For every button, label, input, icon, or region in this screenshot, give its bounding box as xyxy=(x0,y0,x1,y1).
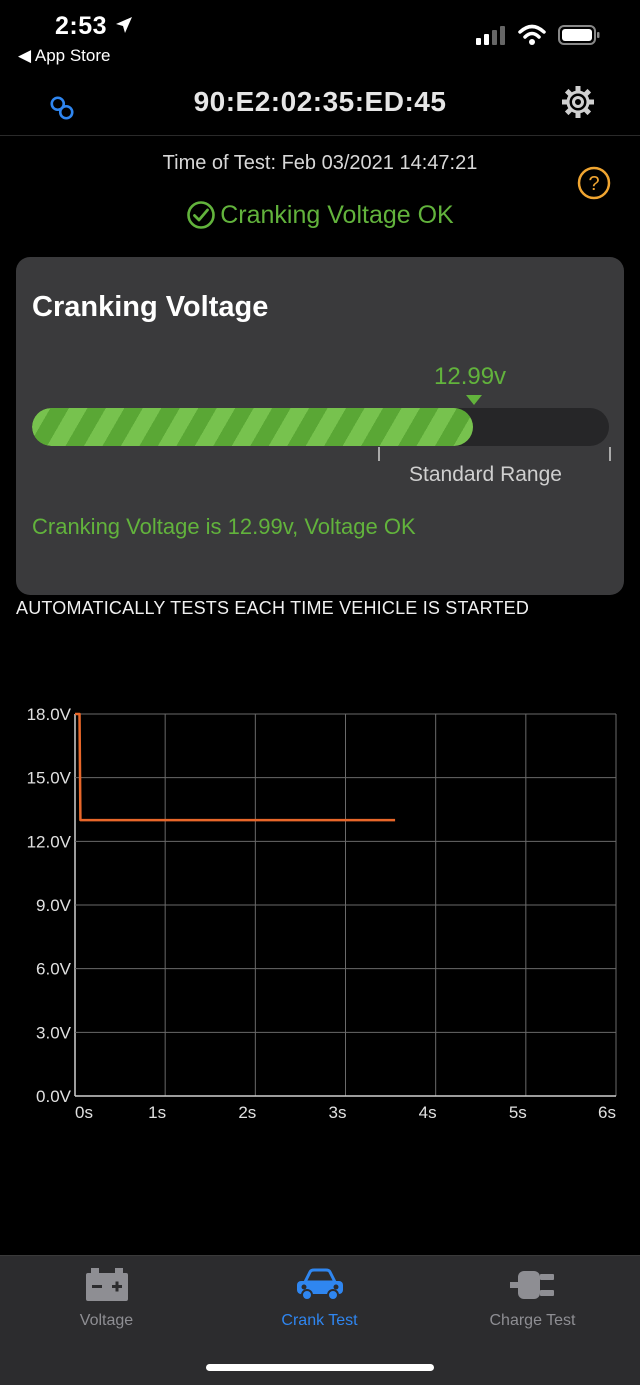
time-of-test-value: Feb 03/2021 14:47:21 xyxy=(281,152,478,174)
gear-icon[interactable] xyxy=(560,84,596,120)
y-tick-label: 6.0V xyxy=(36,960,72,979)
x-tick-label: 4s xyxy=(419,1103,437,1122)
range-end-tick xyxy=(609,447,611,461)
status-bar: 2:53 ◀ App Store xyxy=(0,0,640,80)
back-label: App Store xyxy=(34,46,111,65)
home-indicator xyxy=(206,1364,434,1371)
tab-charge-test-label: Charge Test xyxy=(489,1312,576,1329)
wifi-icon xyxy=(518,24,546,45)
tab-crank-test[interactable]: Crank Test xyxy=(213,1256,426,1346)
help-icon[interactable]: ? xyxy=(577,166,611,200)
auto-test-note: AUTOMATICALLY TESTS EACH TIME VEHICLE IS… xyxy=(16,598,530,618)
x-tick-label: 2s xyxy=(238,1103,256,1122)
voltage-bar xyxy=(32,408,609,446)
battery-status-icon xyxy=(558,25,600,45)
battery-icon xyxy=(85,1268,128,1301)
y-tick-label: 3.0V xyxy=(36,1023,72,1042)
svg-text:?: ? xyxy=(588,173,599,195)
time-of-test: Time of Test: Feb 03/2021 14:47:21 xyxy=(0,152,640,175)
tab-voltage[interactable]: Voltage xyxy=(0,1256,213,1346)
standard-range-label: Standard Range xyxy=(409,463,562,486)
x-tick-label: 1s xyxy=(148,1103,166,1122)
range-start-tick xyxy=(378,447,380,461)
card-title: Cranking Voltage xyxy=(32,291,269,323)
tab-crank-test-label: Crank Test xyxy=(281,1312,358,1329)
time-of-test-label: Time of Test: xyxy=(162,152,277,174)
test-result-text: Cranking Voltage OK xyxy=(220,200,454,229)
back-triangle-icon: ◀ xyxy=(18,46,32,65)
x-tick-label: 6s xyxy=(598,1103,616,1122)
voltage-series-line xyxy=(75,712,396,822)
reading-marker-icon xyxy=(466,395,482,405)
y-tick-label: 12.0V xyxy=(27,832,72,851)
y-tick-label: 15.0V xyxy=(27,769,72,788)
cellular-signal-icon xyxy=(476,26,505,45)
device-id-title: 90:E2:02:35:ED:45 xyxy=(193,86,447,117)
cranking-voltage-chart: 0s 1s 2s 3s 4s 5s 6s 0.0V 3.0V 6.0V 9.0V 12.0V 15.0V… xyxy=(27,705,617,1122)
cranking-voltage-card: Cranking Voltage 12.99v Standard Range C… xyxy=(16,257,624,595)
y-tick-label: 0.0V xyxy=(36,1087,72,1106)
voltage-summary: Cranking Voltage is 12.99v, Voltage OK xyxy=(32,514,416,539)
back-to-app-store[interactable]: ◀ App Store xyxy=(18,46,110,66)
x-tick-label: 0s xyxy=(75,1103,93,1122)
y-tick-label: 9.0V xyxy=(36,896,72,915)
x-tick-label: 3s xyxy=(329,1103,347,1122)
voltage-reading: 12.99v xyxy=(434,363,507,390)
y-tick-label: 18.0V xyxy=(27,705,72,724)
tab-charge-test[interactable]: Charge Test xyxy=(426,1256,639,1346)
plug-icon xyxy=(509,1271,554,1299)
tab-voltage-label: Voltage xyxy=(79,1312,134,1329)
car-icon xyxy=(296,1268,343,1301)
x-tick-label: 5s xyxy=(509,1103,527,1122)
test-result-status: Cranking Voltage OK xyxy=(0,200,640,230)
status-indicators xyxy=(476,24,600,46)
nav-header: 90:E2:02:35:ED:45 xyxy=(0,80,640,136)
check-circle-icon xyxy=(187,201,216,229)
location-arrow-icon xyxy=(116,17,132,33)
voltage-bar-fill xyxy=(32,408,474,446)
status-time: 2:53 xyxy=(55,12,108,40)
